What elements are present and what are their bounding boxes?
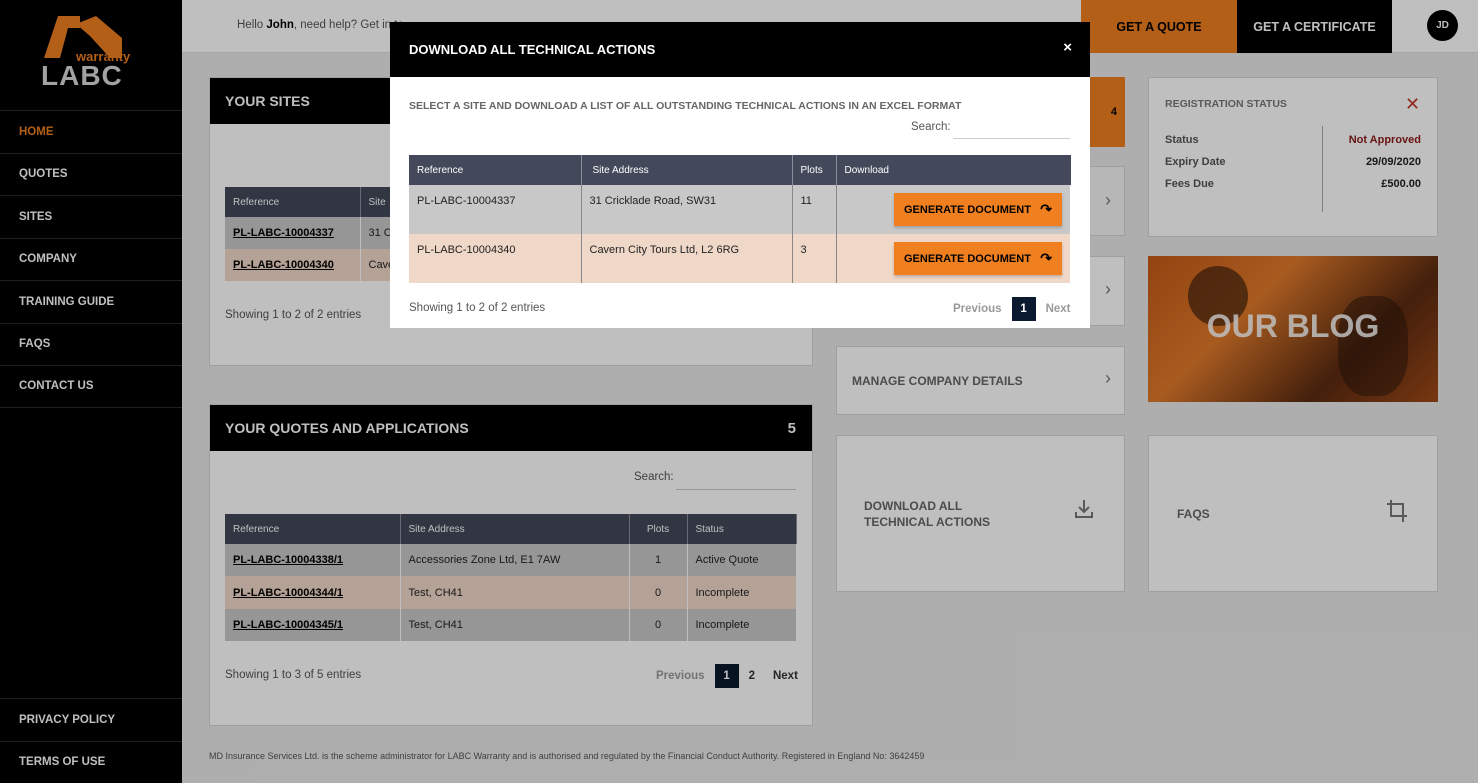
modal-header: DOWNLOAD ALL TECHNICAL ACTIONS × [390,22,1090,77]
close-icon[interactable]: × [1063,39,1072,56]
pagination-previous[interactable]: Previous [947,303,1008,315]
pagination-next[interactable]: Next [1040,303,1077,315]
modal-site-ref: PL-LABC-10004337 [409,185,582,234]
modal-col-address[interactable]: Site Address [581,155,793,185]
modal-site-address: Cavern City Tours Ltd, L2 6RG [581,234,793,283]
modal-subtitle: SELECT A SITE AND DOWNLOAD A LIST OF ALL… [409,100,962,112]
table-row: PL-LABC-10004337 31 Cricklade Road, SW31… [409,185,1071,234]
modal-download-cell: GENERATE DOCUMENT ↷ [836,185,1071,234]
modal-site-plots: 3 [792,234,837,283]
redo-arrow-icon: ↷ [1040,201,1052,217]
modal-site-ref: PL-LABC-10004340 [409,234,582,283]
modal-download-cell: GENERATE DOCUMENT ↷ [836,234,1071,283]
modal-pagination: Previous 1 Next [947,297,1077,321]
modal-col-plots[interactable]: Plots [792,155,837,185]
generate-document-label: GENERATE DOCUMENT [904,252,1031,265]
modal-search-input[interactable] [953,138,1070,139]
modal-col-download[interactable]: Download [836,155,1071,185]
modal-sites-table: Reference Site Address Plots Download PL… [409,155,1071,283]
modal-site-address: 31 Cricklade Road, SW31 [581,185,793,234]
modal-title: DOWNLOAD ALL TECHNICAL ACTIONS [409,42,656,57]
generate-document-button[interactable]: GENERATE DOCUMENT ↷ [894,193,1062,226]
modal-site-plots: 11 [792,185,837,234]
generate-document-button[interactable]: GENERATE DOCUMENT ↷ [894,242,1062,275]
download-technical-actions-modal: DOWNLOAD ALL TECHNICAL ACTIONS × SELECT … [390,22,1090,328]
pagination-page-1[interactable]: 1 [1011,297,1036,321]
modal-search-label: Search: [911,121,951,133]
redo-arrow-icon: ↷ [1040,250,1052,266]
modal-col-reference[interactable]: Reference [409,155,582,185]
generate-document-label: GENERATE DOCUMENT [904,203,1031,216]
modal-entries-info: Showing 1 to 2 of 2 entries [409,302,546,314]
table-row: PL-LABC-10004340 Cavern City Tours Ltd, … [409,234,1071,283]
